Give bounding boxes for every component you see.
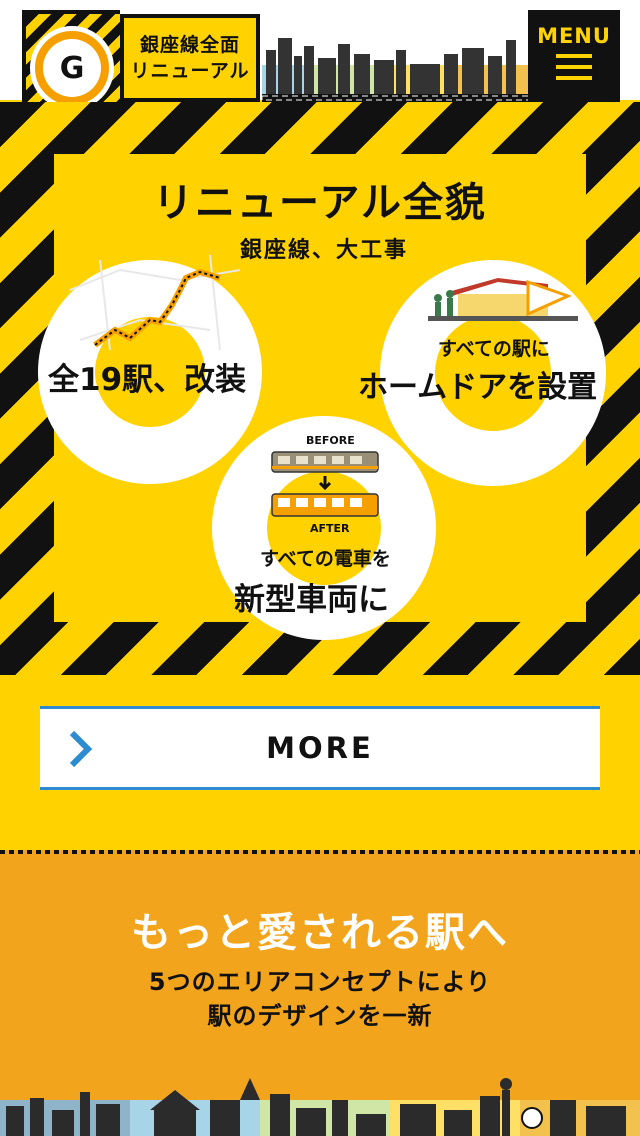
- platform-door-icon: [428, 278, 578, 321]
- feature-stations-label: 全19駅、改装: [48, 362, 247, 398]
- feature-new-trains-caption: すべての電車を: [260, 548, 391, 570]
- more-button-label: MORE: [266, 731, 374, 765]
- feature-platform-doors-circle[interactable]: すべての駅に ホームドアを設置: [358, 260, 606, 486]
- feature-stations-circle[interactable]: 全19駅、改装: [38, 254, 262, 484]
- train-comparison-icon: [271, 451, 379, 517]
- skyline-illustration: [0, 1078, 640, 1136]
- concept-line1: 5つのエリアコンセプトにより: [148, 968, 492, 996]
- site-title-line1: 銀座線全面: [139, 34, 240, 56]
- more-button[interactable]: MORE: [40, 706, 600, 790]
- site-header: G 銀座線全面 リニューアル MENU: [0, 0, 640, 110]
- feature-platform-doors-caption: すべての駅に: [438, 338, 550, 360]
- concept-title: もっと愛される駅へ: [131, 910, 509, 956]
- menu-button[interactable]: MENU: [528, 10, 620, 102]
- feature-new-trains-label: 新型車両に: [234, 582, 389, 618]
- route-map-icon: [69, 254, 241, 351]
- concept-section: もっと愛される駅へ 5つのエリアコンセプトにより 駅のデザインを一新: [0, 850, 640, 1136]
- chevron-right-icon: [69, 730, 93, 768]
- dotted-divider: [0, 850, 640, 854]
- hamburger-icon: [556, 54, 592, 87]
- site-title[interactable]: 銀座線全面 リニューアル: [120, 14, 260, 102]
- after-label: AFTER: [310, 522, 350, 535]
- logo-letter: G: [43, 39, 101, 97]
- concept-line2: 駅のデザインを一新: [207, 1002, 433, 1030]
- feature-new-trains-circle[interactable]: BEFORE AFTER すべての電車を 新型車両に: [212, 416, 436, 640]
- ginza-line-logo[interactable]: G: [30, 26, 114, 110]
- site-title-line2: リニューアル: [130, 60, 250, 82]
- hero-title: リニューアル全貌: [153, 180, 487, 226]
- menu-label: MENU: [537, 24, 611, 48]
- before-label: BEFORE: [306, 434, 355, 447]
- feature-platform-doors-label: ホームドアを設置: [358, 370, 598, 405]
- skyline-illustration: [262, 10, 530, 102]
